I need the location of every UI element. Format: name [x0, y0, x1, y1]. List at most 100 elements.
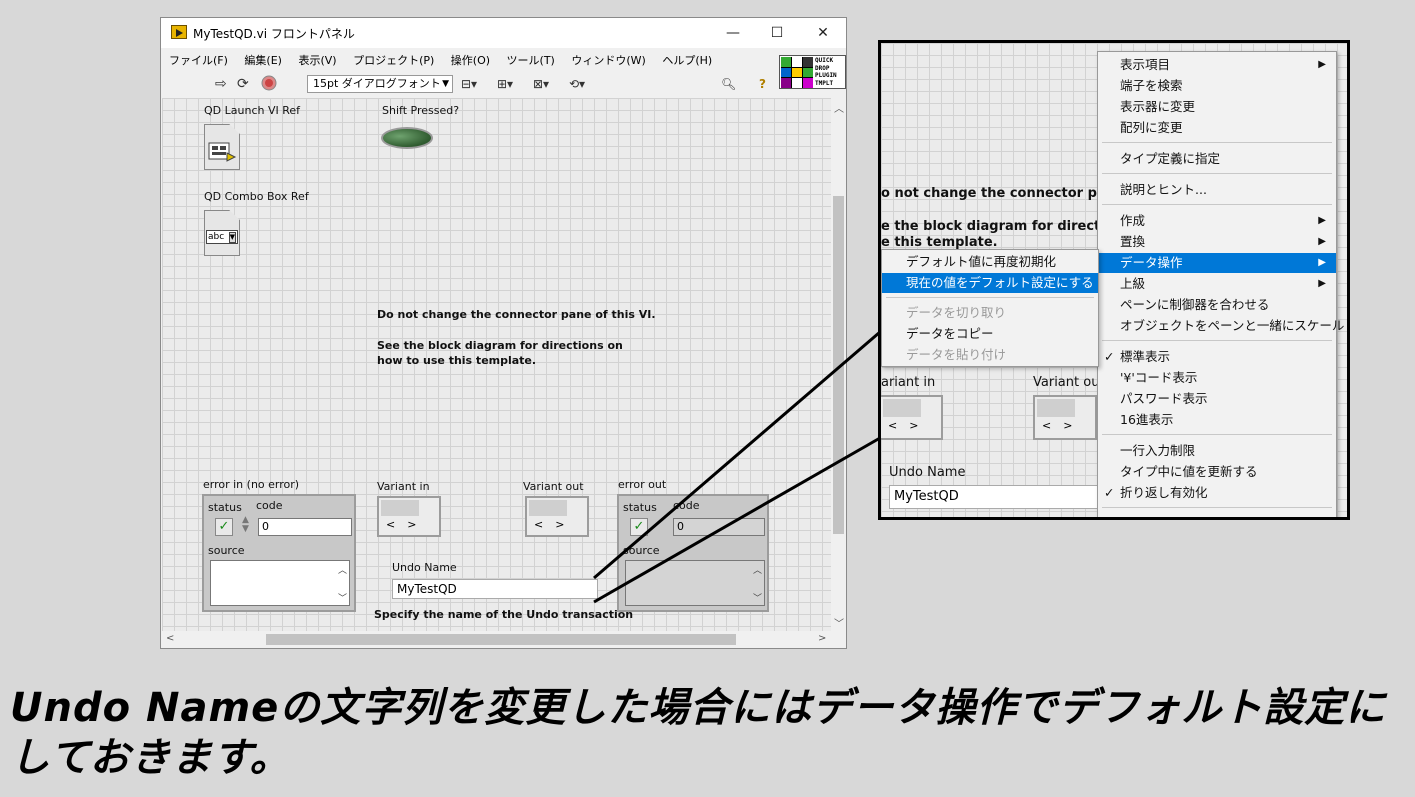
code-label: code — [256, 499, 283, 512]
variant-out-label: Variant out — [523, 480, 584, 493]
menu-item-normal-display[interactable]: ✓ 標準表示 — [1098, 347, 1336, 367]
menu-item-advanced[interactable]: 上級 ▶ — [1098, 274, 1336, 294]
menu-item-replace[interactable]: 置換 ▶ — [1098, 232, 1336, 252]
maximize-button[interactable]: ☐ — [765, 22, 789, 44]
menu-item-enable-wrapping[interactable]: ✓ 折り返し有効化 — [1098, 483, 1336, 503]
menu-item-codes-display[interactable]: '¥'コード表示 — [1098, 368, 1336, 388]
menu-item-make-current-default[interactable]: 現在の値をデフォルト設定にする — [882, 273, 1098, 293]
menu-window[interactable]: ウィンドウ(W) — [571, 50, 645, 68]
horizontal-scrollbar[interactable]: < > — [162, 631, 831, 648]
menu-item-visible-items[interactable]: 表示項目 ▶ — [1098, 55, 1336, 75]
error-in-cluster: status code ✓ ▲ ▼ 0 source ︿ ﹀ — [202, 494, 356, 612]
menu-item-reinit-default[interactable]: デフォルト値に再度初期化 — [882, 252, 1098, 272]
qd-text-4: TMPLT — [815, 79, 834, 87]
menu-file[interactable]: ファイル(F) — [169, 50, 228, 68]
menu-item-create[interactable]: 作成 ▶ — [1098, 211, 1336, 231]
zoom-undo-label: Undo Name — [889, 465, 966, 480]
chevron-right-icon: ▶ — [1318, 278, 1326, 289]
variant-in-control[interactable]: <> — [377, 496, 441, 537]
run-continuous-icon[interactable]: ⟳ — [237, 75, 249, 93]
scroll-up-icon[interactable]: ︿ — [338, 563, 347, 576]
code-stepper-icon[interactable]: ▲ ▼ — [242, 516, 249, 534]
combo-ref-icon[interactable]: abc ▼ — [204, 210, 240, 256]
status-checkbox[interactable]: ✓ — [215, 518, 233, 536]
front-panel[interactable]: QD Launch VI Ref QD Combo Box Ref abc ▼ S… — [162, 98, 831, 631]
help-icon[interactable]: ? — [759, 75, 766, 93]
menu-item-find-terminal[interactable]: 端子を検索 — [1098, 76, 1336, 96]
menu-tools[interactable]: ツール(T) — [507, 50, 555, 68]
scroll-up-icon[interactable]: ︿ — [834, 100, 844, 115]
chevron-down-icon: ▼ — [228, 232, 236, 243]
abort-icon[interactable] — [261, 75, 277, 93]
vi-ref-icon[interactable] — [204, 124, 240, 170]
menu-item-fit-to-pane[interactable]: ペーンに制御器を合わせる — [1098, 295, 1336, 315]
note-directions: See the block diagram for directions on … — [377, 339, 623, 367]
undo-name-input[interactable]: MyTestQD — [392, 579, 598, 599]
menu-item-description-tips[interactable]: 説明とヒント... — [1098, 180, 1336, 200]
scroll-up-icon[interactable]: ︿ — [753, 563, 762, 576]
context-menu: 表示項目 ▶ 端子を検索 表示器に変更 配列に変更 タイプ定義に指定 説明とヒント… — [1097, 51, 1344, 517]
variant-out-indicator: <> — [525, 496, 589, 537]
source-label: source — [623, 544, 660, 557]
menu-item-cut-data: データを切り取り — [906, 305, 1007, 320]
resize-icon[interactable]: ⊠▾ — [533, 75, 549, 93]
menu-edit[interactable]: 編集(E) — [244, 50, 282, 68]
code-indicator: 0 — [673, 518, 765, 536]
menu-separator — [886, 297, 1094, 298]
scroll-left-icon[interactable]: < — [166, 633, 174, 644]
menu-item-update-while-typing[interactable]: タイプ中に値を更新する — [1098, 462, 1336, 482]
menu-separator — [1102, 142, 1332, 143]
menu-item-scale-with-pane[interactable]: オブジェクトをペーンと一緒にスケール — [1098, 316, 1344, 336]
run-arrow-icon[interactable]: ⇨ — [215, 75, 227, 93]
menu-item-change-to-indicator[interactable]: 表示器に変更 — [1098, 97, 1336, 117]
menu-separator — [1102, 204, 1332, 205]
combo-text: abc — [208, 232, 225, 242]
close-button[interactable]: ✕ — [811, 22, 835, 44]
menu-item-data-operations[interactable]: データ操作 ▶ — [1098, 253, 1336, 273]
zoom-undo-input[interactable]: MyTestQD — [889, 485, 1099, 509]
font-select[interactable]: 15pt ダイアログフォント ▼ — [307, 75, 453, 93]
menu-item-password-display[interactable]: パスワード表示 — [1098, 389, 1336, 409]
menu-separator — [1102, 340, 1332, 341]
menu-item-make-typedef[interactable]: タイプ定義に指定 — [1098, 149, 1336, 169]
scroll-down-icon[interactable]: ﹀ — [834, 615, 844, 630]
minimize-button[interactable]: — — [721, 22, 745, 44]
zoom-variant-out-label: Variant out — [1033, 375, 1105, 390]
menu-separator — [1102, 434, 1332, 435]
code-input[interactable]: 0 — [258, 518, 352, 536]
chevron-right-icon: ▶ — [1318, 236, 1326, 247]
toolbar: ⇨ ⟳ 15pt ダイアログフォント ▼ ⊟▾ ⊞▾ ⊠▾ ⟲▾ 🔍︎ ? — [161, 72, 846, 96]
zoom-inset: o not change the connector pane of e the… — [878, 40, 1350, 520]
menu-help[interactable]: ヘルプ(H) — [662, 50, 712, 68]
align-icon[interactable]: ⊟▾ — [461, 75, 477, 93]
error-out-cluster: status code ✓ 0 source ︿ ﹀ — [617, 494, 769, 612]
menu-item-copy-data[interactable]: データをコピー — [882, 324, 1098, 344]
source-indicator: ︿ ﹀ — [625, 560, 765, 606]
zoom-note-directions-2: e this template. — [881, 235, 998, 250]
source-field[interactable]: ︿ ﹀ — [210, 560, 350, 606]
status-label: status — [208, 501, 242, 514]
scroll-down-icon[interactable]: ﹀ — [753, 591, 762, 604]
vi-icon — [171, 25, 187, 39]
menu-project[interactable]: プロジェクト(P) — [353, 50, 434, 68]
scroll-right-icon[interactable]: > — [818, 633, 826, 644]
menu-item-hex-display[interactable]: 16進表示 — [1098, 410, 1336, 430]
chevron-right-icon: ▶ — [1318, 257, 1326, 268]
scroll-thumb[interactable] — [266, 634, 736, 645]
status-indicator: ✓ — [630, 518, 648, 536]
menu-view[interactable]: 表示(V) — [298, 50, 336, 68]
menu-operate[interactable]: 操作(O) — [451, 50, 490, 68]
window-title: MyTestQD.vi フロントパネル — [193, 27, 355, 41]
distribute-icon[interactable]: ⊞▾ — [497, 75, 513, 93]
scroll-thumb[interactable] — [833, 196, 844, 534]
scroll-down-icon[interactable]: ﹀ — [338, 591, 347, 604]
menu-item-limit-single-line[interactable]: 一行入力制限 — [1098, 441, 1336, 461]
menu-item-change-to-array[interactable]: 配列に変更 — [1098, 118, 1336, 138]
chevron-right-icon: ▶ — [1318, 59, 1326, 70]
reorder-icon[interactable]: ⟲▾ — [569, 75, 585, 93]
search-icon[interactable]: 🔍︎ — [721, 75, 736, 93]
chevron-down-icon: ▼ — [442, 79, 449, 89]
vertical-scrollbar[interactable]: ︿ ﹀ — [831, 98, 846, 631]
menu-bar: ファイル(F) 編集(E) 表示(V) プロジェクト(P) 操作(O) ツール(… — [161, 50, 846, 70]
shift-pressed-led[interactable] — [381, 127, 433, 149]
